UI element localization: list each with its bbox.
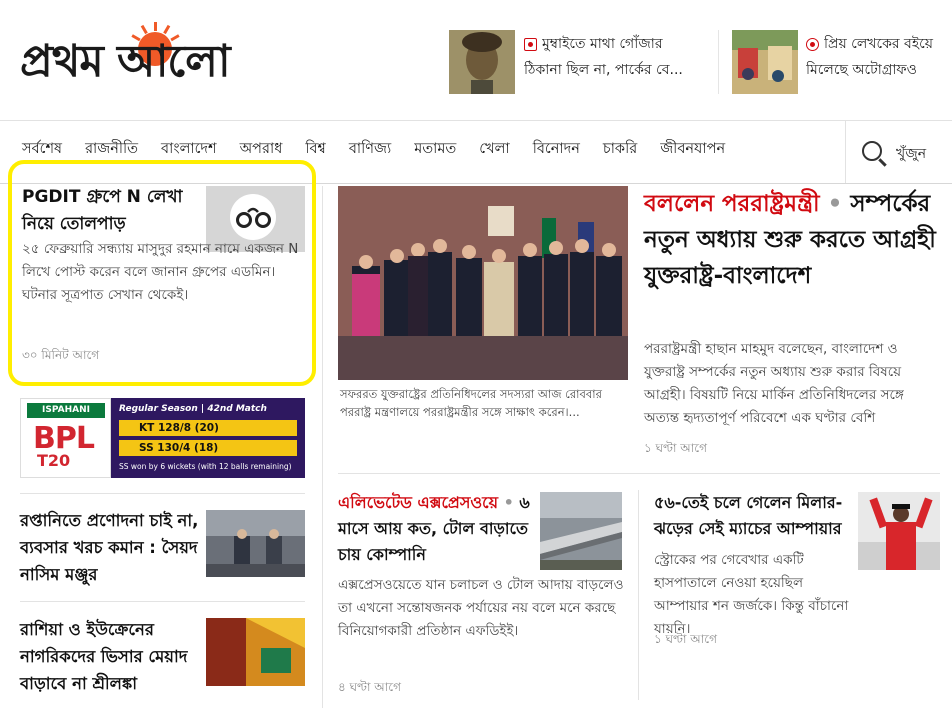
sub-story-expressway-headline[interactable]: এলিভেটেড এক্সপ্রেসওয়ে • ৬ মাসে আয় কত, … xyxy=(338,490,534,568)
nav-item-entertainment[interactable]: বিনোদন xyxy=(533,138,580,162)
kicker-separator: • xyxy=(827,191,843,217)
video-icon xyxy=(806,38,819,51)
team2-score-text: SS 130/4 (18) xyxy=(139,442,219,454)
team1-score: KT 128/8 (20) xyxy=(119,420,297,436)
header-divider xyxy=(718,30,719,94)
nav-item-latest[interactable]: সর্বশেষ xyxy=(22,138,62,162)
bpl-logo: ISPAHANI BPL T20 xyxy=(20,398,111,478)
nav-item-jobs[interactable]: চাকরি xyxy=(603,138,637,162)
nav-item-lifestyle[interactable]: জীবনযাপন xyxy=(660,138,725,162)
logo-ray-icon xyxy=(163,24,171,35)
match-result: SS won by 6 wickets (with 12 balls remai… xyxy=(119,462,292,471)
logo-text: প্রথম আলো xyxy=(20,36,231,87)
bpl-scorecard[interactable]: ISPAHANI BPL T20 Regular Season | 42nd M… xyxy=(20,398,305,478)
lead-story-photo[interactable] xyxy=(338,186,628,380)
team2-score: SS 130/4 (18) xyxy=(119,440,297,456)
lead-story-time: ১ ঘণ্টা আগে xyxy=(644,441,707,455)
nav-item-bangladesh[interactable]: বাংলাদেশ xyxy=(161,138,217,162)
sub-column-divider xyxy=(638,490,639,700)
story-visa-thumbnail[interactable] xyxy=(206,618,305,686)
column-divider xyxy=(322,186,323,708)
main-nav: সর্বশেষ রাজনীতি বাংলাদেশ অপরাধ বিশ্ব বাণ… xyxy=(22,138,748,162)
search-button[interactable]: খুঁজুন xyxy=(845,121,952,183)
sub-story-expressway-thumbnail[interactable] xyxy=(540,492,622,570)
site-logo[interactable]: প্রথম আলো xyxy=(20,22,295,94)
top-story-2-line1[interactable]: প্রিয় লেখকের বইয়ে xyxy=(824,31,952,57)
top-story-1-line2[interactable]: ঠিকানা ছিল না, পার্কের বে... xyxy=(524,57,714,83)
logo-ray-icon xyxy=(154,22,157,31)
nav-item-opinion[interactable]: মতামত xyxy=(414,138,456,162)
sub-story-umpire-time: ১ ঘণ্টা আগে xyxy=(654,632,717,646)
logo-ray-icon xyxy=(140,24,148,35)
top-story-1-thumbnail[interactable] xyxy=(449,30,515,94)
lead-story-summary: পররাষ্ট্রমন্ত্রী হাছান মাহমুদ বলেছেন, বা… xyxy=(644,341,904,426)
sub-story-expressway-kicker: এলিভেটেড এক্সপ্রেসওয়ে xyxy=(338,493,499,512)
bpl-format: T20 xyxy=(37,451,71,470)
team1-score-text: KT 128/8 (20) xyxy=(139,422,219,434)
divider xyxy=(338,473,940,474)
story-export-title[interactable]: রপ্তানিতে প্রণোদনা চাই না, ব্যবসার খরচ ক… xyxy=(20,507,200,588)
top-story-2-line2[interactable]: মিলেছে অটোগ্রাফও xyxy=(806,57,952,83)
top-story-2-thumbnail[interactable] xyxy=(732,30,798,94)
sub-story-expressway-summary: এক্সপ্রেসওয়েতে যান চলাচল ও টোল আদায় বা… xyxy=(338,577,624,639)
lead-story-headline[interactable]: বললেন পররাষ্ট্রমন্ত্রী • সম্পর্কের নতুন … xyxy=(644,186,940,294)
highlight-story-title[interactable]: PGDIT গ্রুপে N লেখা নিয়ে তোলপাড় xyxy=(22,184,204,238)
bpl-score-panel: Regular Season | 42nd Match KT 128/8 (20… xyxy=(111,398,305,478)
nav-top-border xyxy=(0,120,952,121)
highlight-story-summary: ২৫ ফেব্রুয়ারি সন্ধ্যায় মাসুদুর রহমান ন… xyxy=(22,241,299,303)
lead-story-kicker: বললেন পররাষ্ট্রমন্ত্রী xyxy=(644,191,820,217)
sub-story-umpire-thumbnail[interactable] xyxy=(858,492,940,570)
nav-item-business[interactable]: বাণিজ্য xyxy=(349,138,391,162)
match-info: Regular Season | 42nd Match xyxy=(119,404,267,414)
story-visa-title[interactable]: রাশিয়া ও ইউক্রেনের নাগরিকদের ভিসার মেয়… xyxy=(20,616,200,697)
camera-icon xyxy=(524,38,537,51)
story-export-thumbnail[interactable] xyxy=(206,510,305,577)
nav-item-world[interactable]: বিশ্ব xyxy=(305,138,326,162)
sub-story-expressway-time: ৪ ঘণ্টা আগে xyxy=(338,680,401,694)
nav-item-crime[interactable]: অপরাধ xyxy=(240,138,283,162)
kicker-separator: • xyxy=(503,493,520,512)
lead-photo-caption: সফররত যুক্তরাষ্ট্রের প্রতিনিধিদলের সদস্য… xyxy=(340,387,602,419)
sponsor-tag: ISPAHANI xyxy=(27,403,105,418)
search-label: খুঁজুন xyxy=(896,146,927,162)
highlight-story-time: ৩০ মিনিট আগে xyxy=(22,348,100,362)
nav-item-sports[interactable]: খেলা xyxy=(479,138,509,162)
divider xyxy=(20,493,305,494)
sub-story-umpire-title[interactable]: ৫৬-তেই চলে গেলেন মিলার-ঝড়ের সেই ম্যাচের… xyxy=(654,490,850,542)
nav-item-politics[interactable]: রাজনীতি xyxy=(85,138,138,162)
search-icon xyxy=(862,141,882,161)
top-story-1-line1[interactable]: মুম্বাইতে মাথা গোঁজার xyxy=(542,31,712,57)
sub-story-umpire-summary: স্ট্রোকের পর গেবেখার একটি হাসপাতালে নেওয… xyxy=(654,552,849,637)
divider xyxy=(20,601,305,602)
